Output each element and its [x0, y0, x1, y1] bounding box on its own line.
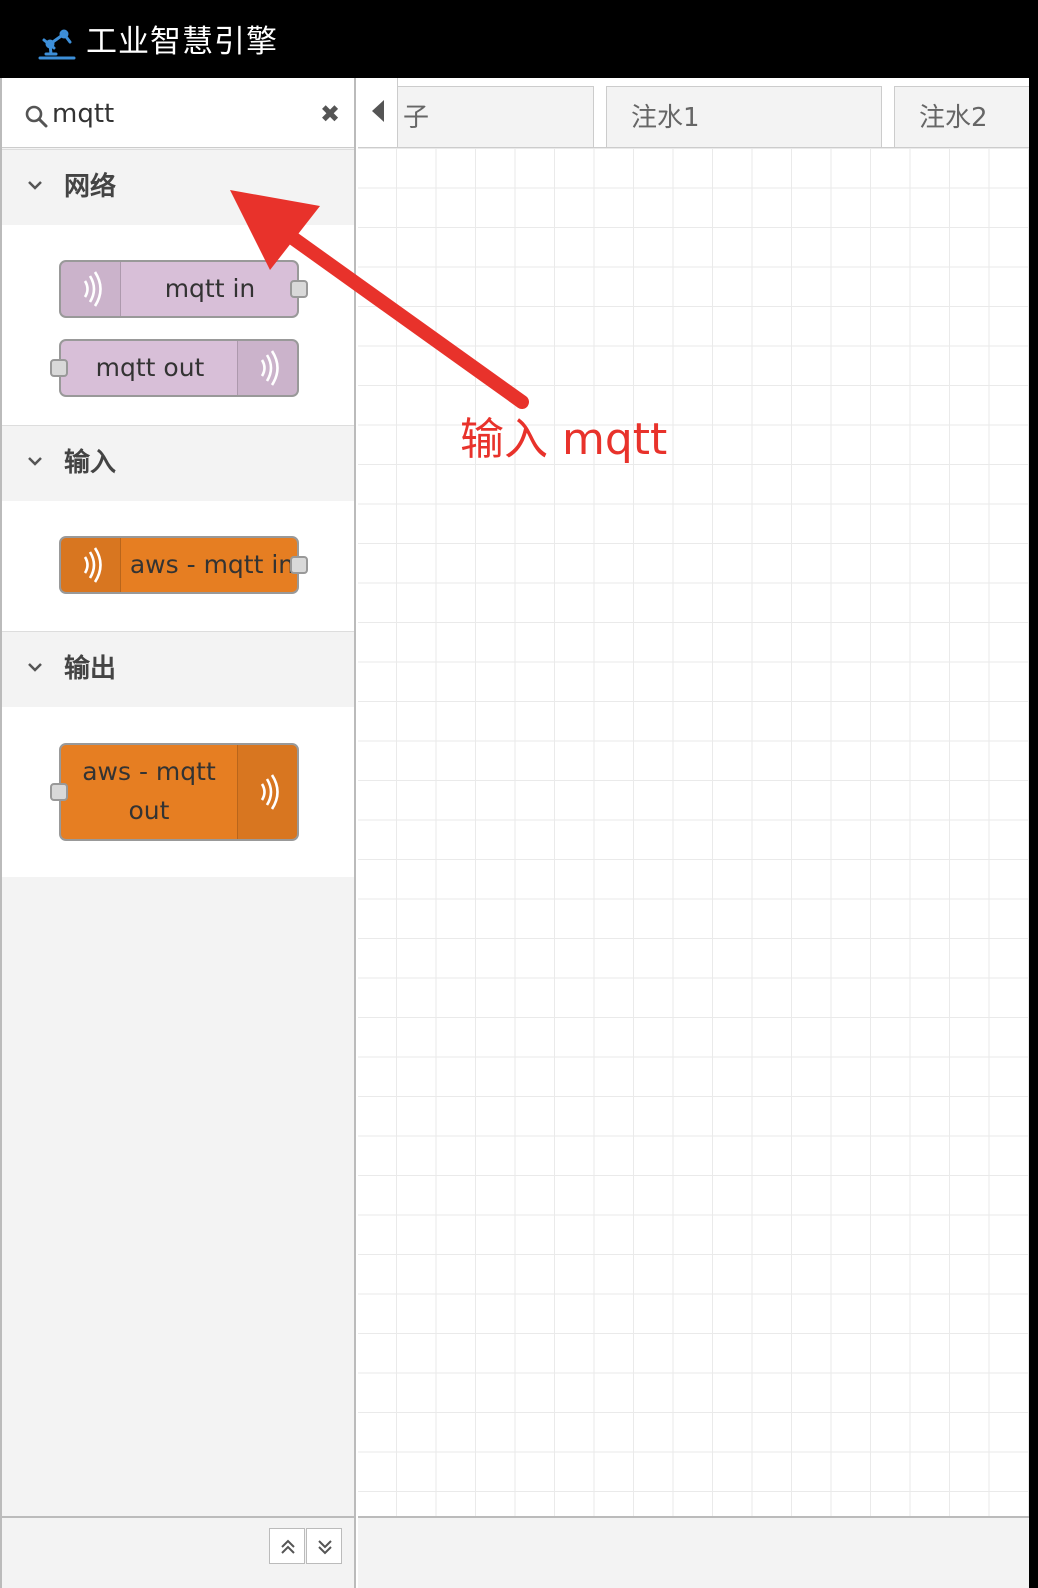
palette-node-aws-mqtt-out[interactable]: aws - mqtt out	[50, 743, 299, 841]
search-icon	[25, 105, 48, 128]
tab-label: 注水2	[919, 103, 988, 133]
chevron-double-up-icon	[281, 1539, 295, 1554]
tab-label: 注水1	[631, 103, 700, 133]
tab-flow-partial[interactable]: 子	[396, 86, 594, 147]
category-label: 输入	[64, 448, 117, 478]
node-label: mqtt out	[95, 353, 205, 382]
category-label: 输出	[64, 654, 117, 684]
robot-arm-icon	[38, 29, 76, 60]
chevron-double-down-icon	[318, 1540, 332, 1555]
close-icon[interactable]: ✖	[320, 100, 340, 128]
collapse-all-button[interactable]	[269, 1528, 305, 1564]
node-label-line1: aws - mqtt	[82, 757, 216, 786]
input-port	[50, 359, 68, 377]
app-header: 工业智慧引擎	[0, 0, 1038, 78]
chevron-down-icon	[28, 181, 42, 190]
tab-scroll-left-button[interactable]	[358, 78, 398, 147]
wifi-icon	[83, 547, 102, 583]
workspace-tab-bar: 子 注水1 注水2	[358, 78, 1029, 148]
chevron-down-icon	[28, 457, 42, 466]
node-label: aws - mqtt in	[129, 550, 295, 579]
chevron-down-icon	[28, 663, 42, 672]
node-icon-area	[237, 745, 297, 839]
category-body-input: aws - mqtt in	[2, 501, 354, 631]
caret-left-icon	[372, 100, 384, 122]
wifi-icon	[83, 271, 102, 307]
input-port	[50, 783, 68, 801]
node-icon-area	[61, 538, 121, 592]
tab-flow-1[interactable]: 注水1	[606, 86, 882, 147]
tab-label: 子	[403, 103, 430, 133]
palette-footer	[2, 1516, 354, 1588]
wifi-icon	[260, 774, 279, 810]
category-header-output[interactable]: 输出	[2, 631, 354, 707]
category-header-input[interactable]: 输入	[2, 425, 354, 501]
workspace-footer	[358, 1516, 1029, 1588]
output-port	[290, 556, 308, 574]
annotation-text: 输入 mqtt	[460, 414, 668, 465]
palette-search-bar: ✖	[2, 78, 354, 148]
node-label-line2: out	[128, 796, 170, 825]
category-body-output: aws - mqtt out	[2, 707, 354, 877]
node-icon-area	[61, 262, 121, 316]
palette-search-input[interactable]	[52, 94, 302, 134]
editor-main: ✖ 网络 mqtt in mqtt out	[0, 78, 1029, 1588]
annotation-arrow-icon	[230, 190, 529, 409]
tab-flow-2[interactable]: 注水2	[894, 86, 1029, 147]
category-label: 网络	[64, 172, 117, 202]
palette-node-aws-mqtt-in[interactable]: aws - mqtt in	[59, 536, 308, 594]
expand-all-button[interactable]	[306, 1528, 342, 1564]
app-title: 工业智慧引擎	[86, 24, 278, 60]
